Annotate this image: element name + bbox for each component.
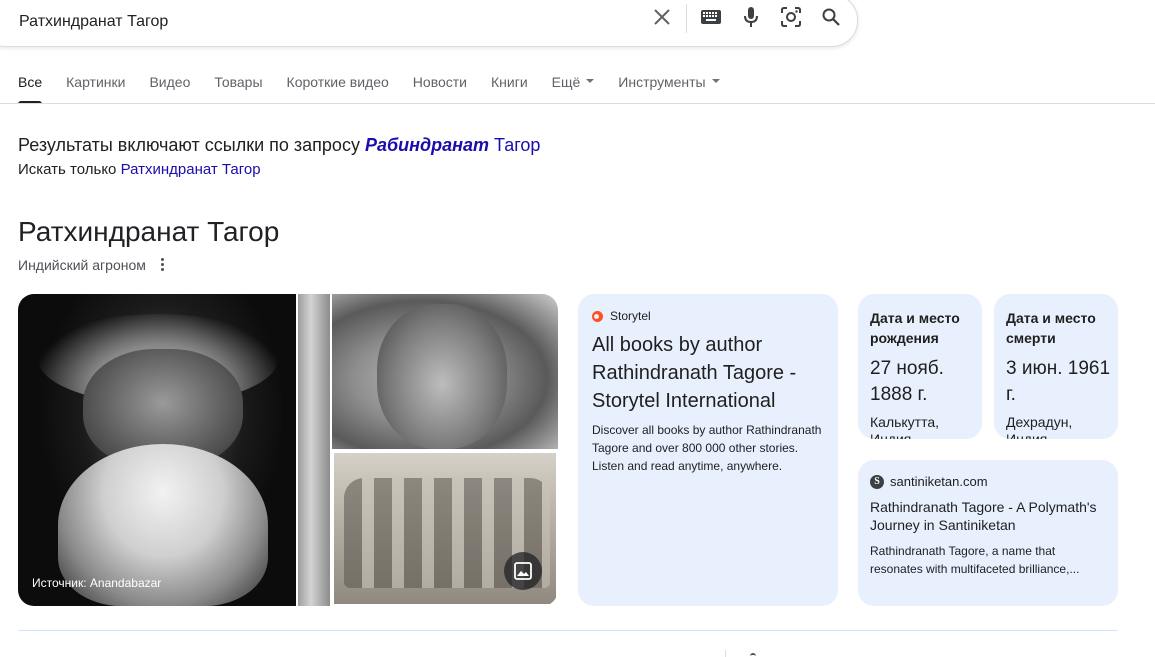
card-headline[interactable]: All books by author Rathindranath Tagore… [592, 331, 828, 415]
tab-label: Короткие видео [286, 74, 389, 90]
tab-label: Инструменты [618, 74, 706, 90]
search-tabs: Все Картинки Видео Товары Короткие видео… [18, 73, 744, 104]
storytel-result-card[interactable]: Storytel All books by author Rathindrana… [578, 294, 838, 606]
storytel-logo-icon [592, 310, 603, 322]
section-divider [18, 630, 1118, 631]
tab-label: Новости [412, 74, 467, 90]
image-gallery-icon[interactable] [504, 552, 542, 590]
search-only-notice: Искать только Ратхиндранат Тагор [18, 161, 261, 178]
spelling-prefix: Результаты включают ссылки по запросу [18, 135, 360, 155]
card-snippet: Discover all books by author Rathindrana… [592, 423, 822, 473]
birth-place: Калькутта, [870, 414, 940, 430]
card-source-name: Storytel [610, 309, 651, 323]
birth-country: Индия [870, 431, 912, 439]
tab-label: Картинки [66, 74, 126, 90]
entity-title: Ратхиндранат Тагор [18, 216, 280, 247]
lens-camera-icon[interactable] [779, 5, 803, 29]
tab-books[interactable]: Книги [491, 73, 528, 104]
portrait-image-main[interactable] [18, 294, 296, 606]
clear-icon[interactable] [650, 5, 674, 29]
caret-down-icon [711, 79, 720, 84]
card-source: S santiniketan.com [870, 474, 988, 489]
tab-videos[interactable]: Видео [149, 73, 190, 104]
birth-date: 27 нояб. 1888 г. [870, 358, 944, 405]
birth-info-card[interactable]: Дата и место рождения 27 нояб. 1888 г. К… [858, 294, 982, 439]
tab-tools[interactable]: Инструменты [618, 73, 720, 104]
image-collage[interactable]: Источник: Anandabazar [18, 294, 558, 606]
death-info-card[interactable]: Дата и место смерти 3 июн. 1961 г. Дехра… [994, 294, 1118, 439]
death-place: Дехрадун, [1006, 414, 1073, 430]
card-source-name: santiniketan.com [890, 474, 988, 489]
search-bar: Ратхиндранат Тагор [0, 0, 858, 47]
search-only-prefix: Искать только [18, 161, 117, 178]
tab-images[interactable]: Картинки [66, 73, 125, 104]
corrected-query-link[interactable]: Рабиндранат Тагор [365, 135, 540, 155]
death-label: Дата и место смерти [1006, 310, 1096, 346]
keyboard-icon[interactable] [699, 5, 723, 29]
spelling-notice: Результаты включают ссылки по запросу Ра… [18, 135, 540, 156]
tab-all[interactable]: Все [18, 73, 43, 104]
tab-label: Видео [149, 74, 191, 90]
tab-more[interactable]: Ещё [552, 73, 595, 104]
tab-news[interactable]: Новости [413, 73, 467, 104]
death-country: Индия [1006, 431, 1048, 439]
image-source-label: Источник: Anandabazar [32, 576, 162, 590]
search-input[interactable]: Ратхиндранат Тагор [19, 13, 168, 31]
birth-label: Дата и место рождения [870, 310, 960, 346]
corrected-rest: Тагор [494, 135, 541, 155]
entity-subtitle: Индийский агроном [18, 257, 146, 273]
tab-label: Ещё [551, 74, 581, 90]
card-source: Storytel [592, 309, 651, 323]
more-options-icon[interactable] [156, 255, 168, 273]
tab-label: Книги [491, 74, 528, 90]
portrait-image-strip[interactable] [298, 294, 330, 606]
tab-label: Товары [214, 74, 263, 90]
tab-short-videos[interactable]: Короткие видео [287, 73, 389, 104]
caret-down-icon [586, 79, 595, 84]
search-divider [686, 4, 687, 33]
tab-shopping[interactable]: Товары [214, 73, 262, 104]
tab-label: Все [18, 74, 43, 90]
microphone-icon[interactable] [739, 5, 763, 29]
santiniketan-result-card[interactable]: S santiniketan.com Rathindranath Tagore … [858, 460, 1118, 606]
card-snippet: Rathindranath Tagore, a name that resona… [870, 544, 1080, 576]
tabs-divider [0, 103, 1155, 104]
portrait-image-top[interactable] [332, 294, 558, 449]
corrected-bold: Рабиндранат [364, 135, 490, 155]
search-icon[interactable] [819, 5, 843, 29]
santiniketan-logo-icon: S [870, 474, 884, 489]
card-headline[interactable]: Rathindranath Tagore - A Polymath's Jour… [870, 498, 1110, 534]
search-only-link[interactable]: Ратхиндранат Тагор [121, 161, 261, 178]
death-date: 3 июн. 1961 г. [1006, 358, 1111, 405]
divider-tick [725, 650, 726, 657]
partial-icon [750, 653, 756, 657]
